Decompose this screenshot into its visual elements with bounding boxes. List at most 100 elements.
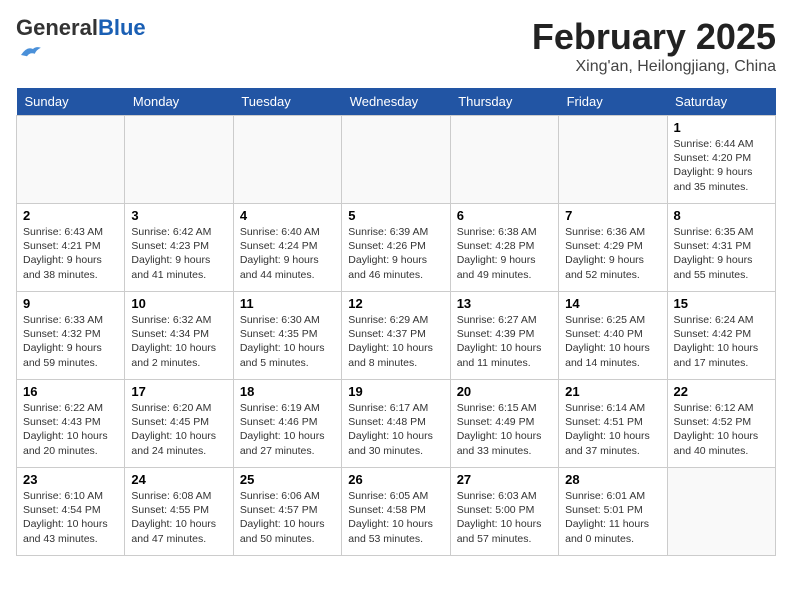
logo-general-text: General (16, 15, 98, 40)
day-info: Sunrise: 6:25 AM Sunset: 4:40 PM Dayligh… (565, 313, 660, 370)
day-info: Sunrise: 6:03 AM Sunset: 5:00 PM Dayligh… (457, 489, 552, 546)
day-number: 27 (457, 472, 552, 487)
day-info: Sunrise: 6:05 AM Sunset: 4:58 PM Dayligh… (348, 489, 443, 546)
day-number: 23 (23, 472, 118, 487)
calendar-cell (342, 116, 450, 204)
day-number: 7 (565, 208, 660, 223)
day-info: Sunrise: 6:35 AM Sunset: 4:31 PM Dayligh… (674, 225, 769, 282)
calendar-cell: 15 Sunrise: 6:24 AM Sunset: 4:42 PM Dayli… (667, 292, 775, 380)
calendar-cell: 14 Sunrise: 6:25 AM Sunset: 4:40 PM Dayli… (559, 292, 667, 380)
day-number: 19 (348, 384, 443, 399)
day-number: 9 (23, 296, 118, 311)
calendar-cell: 26 Sunrise: 6:05 AM Sunset: 4:58 PM Dayli… (342, 468, 450, 556)
day-number: 8 (674, 208, 769, 223)
day-info: Sunrise: 6:38 AM Sunset: 4:28 PM Dayligh… (457, 225, 552, 282)
day-info: Sunrise: 6:12 AM Sunset: 4:52 PM Dayligh… (674, 401, 769, 458)
week-row-5: 23 Sunrise: 6:10 AM Sunset: 4:54 PM Dayli… (17, 468, 776, 556)
day-number: 18 (240, 384, 335, 399)
calendar-cell: 11 Sunrise: 6:30 AM Sunset: 4:35 PM Dayli… (233, 292, 341, 380)
calendar-cell (559, 116, 667, 204)
calendar-cell (667, 468, 775, 556)
day-number: 14 (565, 296, 660, 311)
day-number: 3 (131, 208, 226, 223)
calendar-cell: 6 Sunrise: 6:38 AM Sunset: 4:28 PM Daylig… (450, 204, 558, 292)
logo: GeneralBlue (16, 16, 146, 69)
day-number: 20 (457, 384, 552, 399)
calendar-cell: 3 Sunrise: 6:42 AM Sunset: 4:23 PM Daylig… (125, 204, 233, 292)
week-row-1: 1 Sunrise: 6:44 AM Sunset: 4:20 PM Daylig… (17, 116, 776, 204)
calendar-cell: 17 Sunrise: 6:20 AM Sunset: 4:45 PM Dayli… (125, 380, 233, 468)
day-number: 5 (348, 208, 443, 223)
calendar-cell: 16 Sunrise: 6:22 AM Sunset: 4:43 PM Dayli… (17, 380, 125, 468)
location-subtitle: Xing'an, Heilongjiang, China (532, 58, 776, 76)
day-number: 6 (457, 208, 552, 223)
calendar-cell: 9 Sunrise: 6:33 AM Sunset: 4:32 PM Daylig… (17, 292, 125, 380)
day-number: 2 (23, 208, 118, 223)
calendar-cell: 7 Sunrise: 6:36 AM Sunset: 4:29 PM Daylig… (559, 204, 667, 292)
day-info: Sunrise: 6:44 AM Sunset: 4:20 PM Dayligh… (674, 137, 769, 194)
week-row-4: 16 Sunrise: 6:22 AM Sunset: 4:43 PM Dayli… (17, 380, 776, 468)
day-info: Sunrise: 6:22 AM Sunset: 4:43 PM Dayligh… (23, 401, 118, 458)
day-number: 26 (348, 472, 443, 487)
weekday-header-thursday: Thursday (450, 88, 558, 116)
day-number: 28 (565, 472, 660, 487)
day-info: Sunrise: 6:08 AM Sunset: 4:55 PM Dayligh… (131, 489, 226, 546)
week-row-3: 9 Sunrise: 6:33 AM Sunset: 4:32 PM Daylig… (17, 292, 776, 380)
month-year-title: February 2025 (532, 16, 776, 58)
day-info: Sunrise: 6:20 AM Sunset: 4:45 PM Dayligh… (131, 401, 226, 458)
calendar-cell: 5 Sunrise: 6:39 AM Sunset: 4:26 PM Daylig… (342, 204, 450, 292)
day-number: 11 (240, 296, 335, 311)
day-number: 4 (240, 208, 335, 223)
day-number: 17 (131, 384, 226, 399)
calendar-cell: 28 Sunrise: 6:01 AM Sunset: 5:01 PM Dayli… (559, 468, 667, 556)
day-info: Sunrise: 6:33 AM Sunset: 4:32 PM Dayligh… (23, 313, 118, 370)
logo-blue-text: Blue (98, 15, 146, 40)
day-number: 21 (565, 384, 660, 399)
calendar-cell: 10 Sunrise: 6:32 AM Sunset: 4:34 PM Dayli… (125, 292, 233, 380)
day-number: 1 (674, 120, 769, 135)
day-info: Sunrise: 6:42 AM Sunset: 4:23 PM Dayligh… (131, 225, 226, 282)
calendar-cell: 4Sunrise: 6:40 AM Sunset: 4:24 PM Daylig… (233, 204, 341, 292)
calendar-cell: 21 Sunrise: 6:14 AM Sunset: 4:51 PM Dayli… (559, 380, 667, 468)
day-info: Sunrise: 6:29 AM Sunset: 4:37 PM Dayligh… (348, 313, 443, 370)
day-info: Sunrise: 6:14 AM Sunset: 4:51 PM Dayligh… (565, 401, 660, 458)
calendar-cell: 18 Sunrise: 6:19 AM Sunset: 4:46 PM Dayli… (233, 380, 341, 468)
calendar-cell: 13Sunrise: 6:27 AM Sunset: 4:39 PM Dayli… (450, 292, 558, 380)
day-number: 10 (131, 296, 226, 311)
day-number: 12 (348, 296, 443, 311)
calendar-table: SundayMondayTuesdayWednesdayThursdayFrid… (16, 88, 776, 556)
day-info: Sunrise: 6:10 AM Sunset: 4:54 PM Dayligh… (23, 489, 118, 546)
day-info: Sunrise: 6:30 AM Sunset: 4:35 PM Dayligh… (240, 313, 335, 370)
calendar-cell: 8 Sunrise: 6:35 AM Sunset: 4:31 PM Daylig… (667, 204, 775, 292)
day-info: Sunrise: 6:24 AM Sunset: 4:42 PM Dayligh… (674, 313, 769, 370)
title-block: February 2025 Xing'an, Heilongjiang, Chi… (532, 16, 776, 76)
calendar-cell: 24Sunrise: 6:08 AM Sunset: 4:55 PM Dayli… (125, 468, 233, 556)
day-info: Sunrise: 6:15 AM Sunset: 4:49 PM Dayligh… (457, 401, 552, 458)
week-row-2: 2 Sunrise: 6:43 AM Sunset: 4:21 PM Daylig… (17, 204, 776, 292)
weekday-header-tuesday: Tuesday (233, 88, 341, 116)
weekday-header-sunday: Sunday (17, 88, 125, 116)
calendar-cell (17, 116, 125, 204)
calendar-cell: 19 Sunrise: 6:17 AM Sunset: 4:48 PM Dayli… (342, 380, 450, 468)
day-info: Sunrise: 6:39 AM Sunset: 4:26 PM Dayligh… (348, 225, 443, 282)
calendar-cell: 25Sunrise: 6:06 AM Sunset: 4:57 PM Dayli… (233, 468, 341, 556)
weekday-header-wednesday: Wednesday (342, 88, 450, 116)
day-info: Sunrise: 6:43 AM Sunset: 4:21 PM Dayligh… (23, 225, 118, 282)
day-info: Sunrise: 6:17 AM Sunset: 4:48 PM Dayligh… (348, 401, 443, 458)
calendar-cell (125, 116, 233, 204)
weekday-header-friday: Friday (559, 88, 667, 116)
day-info: Sunrise: 6:06 AM Sunset: 4:57 PM Dayligh… (240, 489, 335, 546)
day-number: 16 (23, 384, 118, 399)
day-number: 15 (674, 296, 769, 311)
day-info: Sunrise: 6:19 AM Sunset: 4:46 PM Dayligh… (240, 401, 335, 458)
weekday-header-saturday: Saturday (667, 88, 775, 116)
day-info: Sunrise: 6:01 AM Sunset: 5:01 PM Dayligh… (565, 489, 660, 546)
calendar-cell: 27 Sunrise: 6:03 AM Sunset: 5:00 PM Dayli… (450, 468, 558, 556)
calendar-cell (233, 116, 341, 204)
calendar-cell: 22Sunrise: 6:12 AM Sunset: 4:52 PM Dayli… (667, 380, 775, 468)
calendar-cell: 20 Sunrise: 6:15 AM Sunset: 4:49 PM Dayli… (450, 380, 558, 468)
day-info: Sunrise: 6:36 AM Sunset: 4:29 PM Dayligh… (565, 225, 660, 282)
day-info: Sunrise: 6:32 AM Sunset: 4:34 PM Dayligh… (131, 313, 226, 370)
logo-bird-icon (18, 40, 42, 64)
calendar-cell: 12 Sunrise: 6:29 AM Sunset: 4:37 PM Dayli… (342, 292, 450, 380)
